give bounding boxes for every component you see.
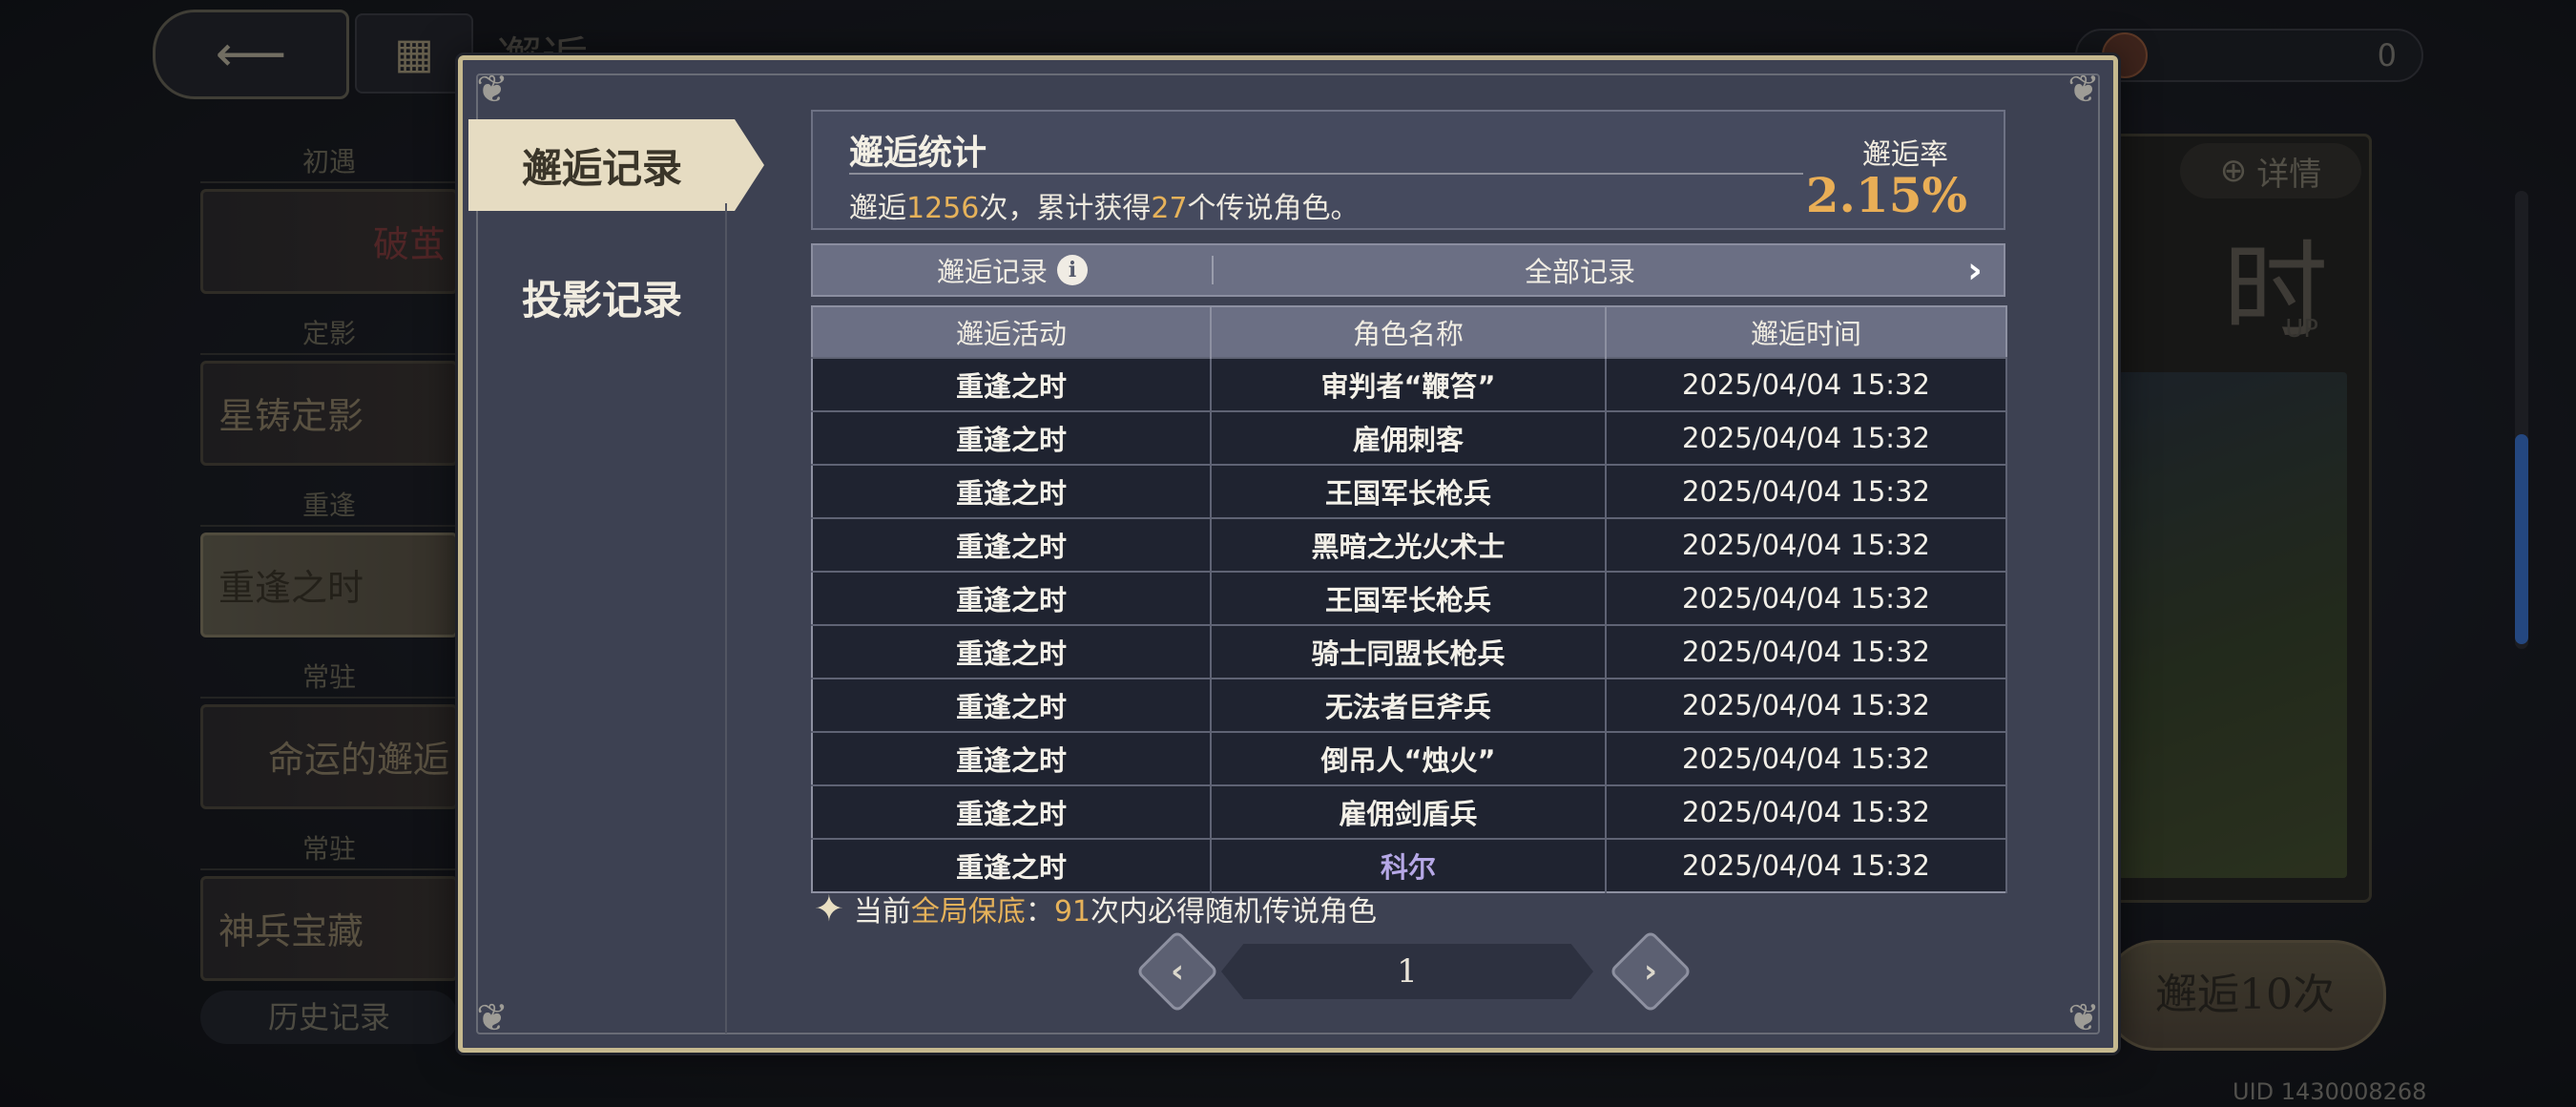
cell-time: 2025/04/04 15:32: [1606, 838, 2007, 892]
table-row: 重逢之时 黑暗之光火术士 2025/04/04 15:32: [812, 517, 2007, 572]
info-icon[interactable]: i: [1057, 255, 1088, 285]
cell-character-name: 雇佣剑盾兵: [1211, 784, 1607, 839]
page-number: 1: [1221, 944, 1593, 999]
rate-value: 2.15%: [1805, 167, 1967, 223]
summon-record-modal: ❦ ❦ ❦ ❦ 邂逅记录 投影记录 邂逅统计 邂逅1256次，累计获得27个传说…: [458, 55, 2118, 1053]
corner-ornament-icon: ❦: [2067, 68, 2100, 112]
filter-left-label: 邂逅记录: [936, 256, 1048, 288]
pity-suffix: 次内必得随机传说角色: [1091, 895, 1378, 929]
summon-stats-panel: 邂逅统计 邂逅1256次，累计获得27个传说角色。 邂逅率 2.15%: [811, 110, 2005, 230]
record-type-label: 邂逅记录 i: [813, 245, 1212, 295]
cell-character-name: 骑士同盟长枪兵: [1211, 624, 1607, 679]
column-header: 邂逅活动: [812, 306, 1212, 358]
cell-activity: 重逢之时: [812, 357, 1212, 411]
stats-legend-count: 27: [1151, 192, 1188, 225]
cell-activity: 重逢之时: [812, 624, 1212, 679]
cell-activity: 重逢之时: [812, 731, 1212, 785]
record-filter-bar: 邂逅记录 i 全部记录 ›: [811, 243, 2005, 297]
chevron-left-icon: ‹: [1170, 952, 1184, 991]
pity-prefix: 当前: [853, 895, 911, 929]
table-row: 重逢之时 审判者“鞭笞” 2025/04/04 15:32: [812, 357, 2007, 411]
cell-time: 2025/04/04 15:32: [1606, 784, 2007, 839]
cell-time: 2025/04/04 15:32: [1606, 678, 2007, 732]
cell-character-name: 无法者巨斧兵: [1211, 678, 1607, 732]
stats-text-mid: 次，累计获得: [979, 192, 1152, 225]
column-header: 邂逅时间: [1606, 306, 2006, 358]
filter-dropdown[interactable]: 全部记录: [1214, 250, 1946, 290]
cell-character-name: 倒吊人“烛火”: [1211, 731, 1607, 785]
cell-time: 2025/04/04 15:32: [1606, 571, 2007, 625]
table-row: 重逢之时 王国军长枪兵 2025/04/04 15:32: [812, 464, 2007, 518]
table-row: 重逢之时 无法者巨斧兵 2025/04/04 15:32: [812, 678, 2007, 732]
cell-activity: 重逢之时: [812, 678, 1212, 732]
chevron-right-icon[interactable]: ›: [1946, 249, 2004, 291]
pity-notice: ✦ 当前全局保底：91次内必得随机传说角色: [814, 888, 1377, 929]
cell-character-name: 科尔: [1211, 838, 1607, 892]
sparkle-icon: ✦: [814, 888, 844, 929]
pity-highlight: 全局保底: [910, 895, 1026, 929]
table-row: 重逢之时 雇佣刺客 2025/04/04 15:32: [812, 410, 2007, 465]
sidebar-divider: [725, 203, 727, 1034]
table-row: 重逢之时 雇佣剑盾兵 2025/04/04 15:32: [812, 784, 2007, 839]
stats-divider: [849, 173, 1803, 175]
cell-time: 2025/04/04 15:32: [1606, 624, 2007, 679]
cell-time: 2025/04/04 15:32: [1606, 517, 2007, 572]
table-row: 重逢之时 科尔 2025/04/04 15:32: [812, 838, 2007, 892]
pity-number: 91: [1053, 895, 1091, 929]
table-header-row: 邂逅活动 角色名称 邂逅时间: [812, 306, 2006, 358]
stats-title: 邂逅统计: [849, 134, 987, 173]
cell-character-name: 王国军长枪兵: [1211, 464, 1607, 518]
cell-activity: 重逢之时: [812, 784, 1212, 839]
cell-activity: 重逢之时: [812, 464, 1212, 518]
cell-time: 2025/04/04 15:32: [1606, 410, 2007, 465]
records-table: 邂逅活动 角色名称 邂逅时间 重逢之时 审判者“鞭笞” 2025/04/04 15:…: [811, 305, 2007, 893]
cell-character-name: 王国军长枪兵: [1211, 571, 1607, 625]
table-row: 重逢之时 王国军长枪兵 2025/04/04 15:32: [812, 571, 2007, 625]
cell-time: 2025/04/04 15:32: [1606, 731, 2007, 785]
stats-summary: 邂逅1256次，累计获得27个传说角色。: [849, 184, 1360, 226]
cell-character-name: 审判者“鞭笞”: [1211, 357, 1607, 411]
cell-character-name: 雇佣刺客: [1211, 410, 1607, 465]
cell-activity: 重逢之时: [812, 571, 1212, 625]
cell-time: 2025/04/04 15:32: [1606, 357, 2007, 411]
corner-ornament-icon: ❦: [476, 68, 509, 112]
pity-colon: ：: [1025, 895, 1054, 929]
next-page-button[interactable]: ›: [1609, 929, 1693, 1013]
cell-activity: 重逢之时: [812, 838, 1212, 892]
tab-summon-records[interactable]: 邂逅记录: [468, 119, 764, 211]
cell-activity: 重逢之时: [812, 517, 1212, 572]
stats-text-prefix: 邂逅: [849, 192, 906, 225]
column-header: 角色名称: [1211, 306, 1607, 358]
tab-projection-records[interactable]: 投影记录: [468, 251, 764, 343]
pagination: ‹ 1 ›: [463, 929, 2113, 1013]
cell-activity: 重逢之时: [812, 410, 1212, 465]
stats-total-count: 1256: [906, 192, 980, 225]
stats-text-suffix: 个传说角色。: [1187, 192, 1360, 225]
table-row: 重逢之时 骑士同盟长枪兵 2025/04/04 15:32: [812, 624, 2007, 679]
chevron-right-icon: ›: [1643, 952, 1657, 991]
table-row: 重逢之时 倒吊人“烛火” 2025/04/04 15:32: [812, 731, 2007, 785]
cell-time: 2025/04/04 15:32: [1606, 464, 2007, 518]
cell-character-name: 黑暗之光火术士: [1211, 517, 1607, 572]
prev-page-button[interactable]: ‹: [1135, 929, 1219, 1013]
